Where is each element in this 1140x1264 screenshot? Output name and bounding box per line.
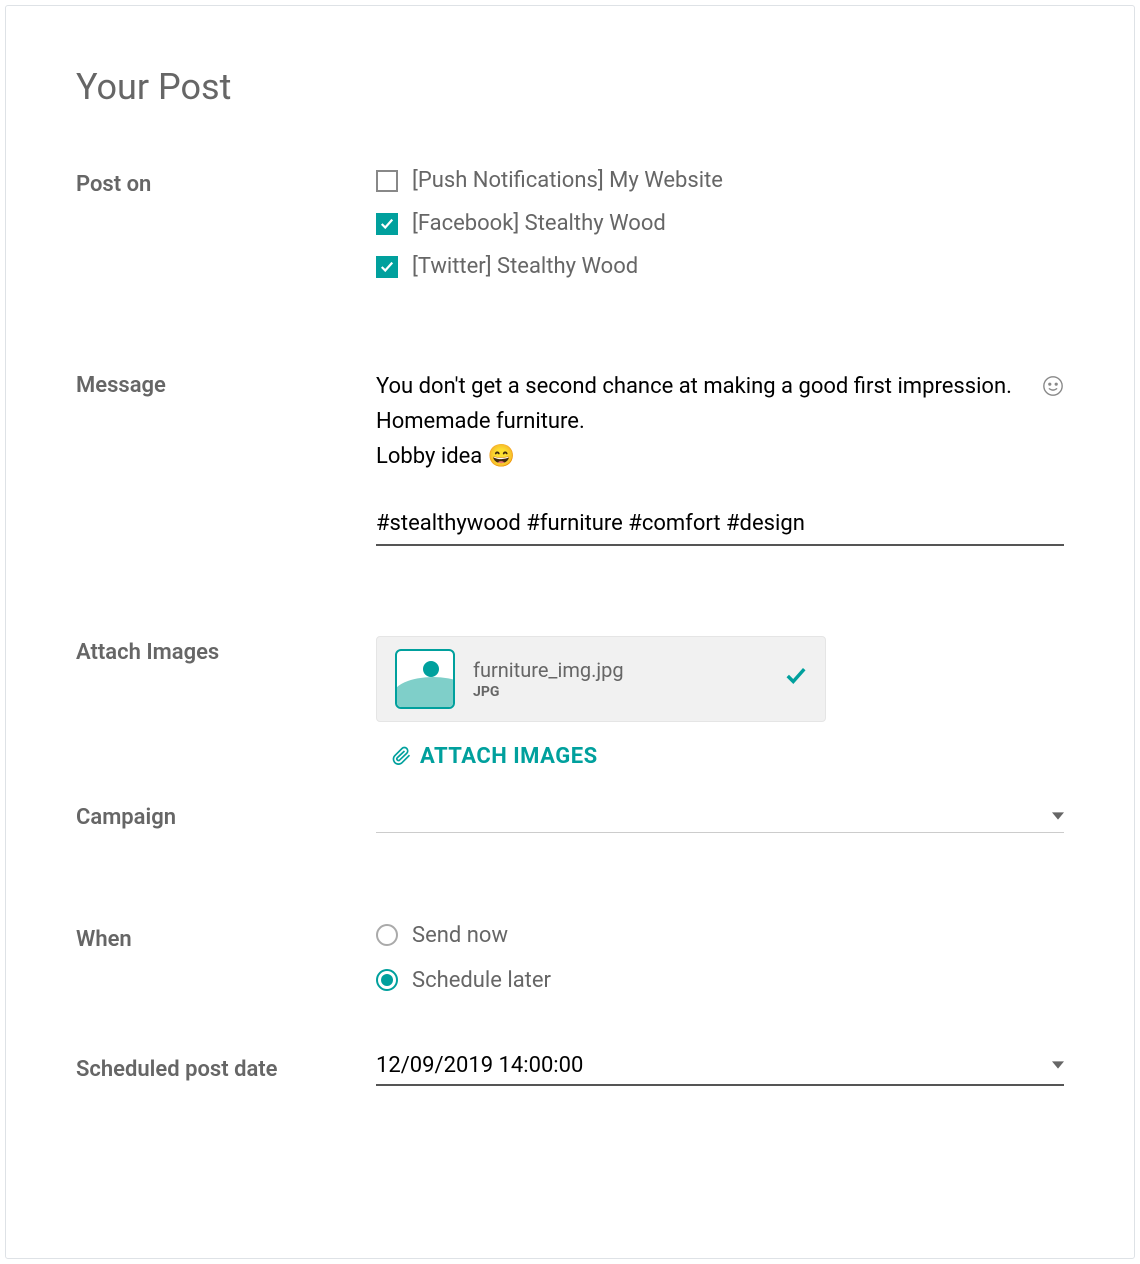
form-card: Your Post Post on [Push Notifications] M… bbox=[5, 5, 1135, 1259]
chevron-down-icon bbox=[1052, 810, 1064, 822]
campaign-select[interactable] bbox=[376, 801, 1064, 833]
attachment-filename: furniture_img.jpg bbox=[473, 658, 785, 682]
label-when: When bbox=[76, 923, 376, 952]
label-message: Message bbox=[76, 369, 376, 398]
attachments-area: furniture_img.jpg JPG Attach Images bbox=[376, 636, 1064, 769]
option-label: [Twitter] Stealthy Wood bbox=[412, 254, 638, 279]
date-value: 12/09/2019 14:00:00 bbox=[376, 1053, 583, 1078]
label-campaign: Campaign bbox=[76, 801, 376, 830]
checkbox-checked-icon[interactable] bbox=[376, 256, 398, 278]
chevron-down-icon bbox=[1052, 1059, 1064, 1071]
attachment-item[interactable]: furniture_img.jpg JPG bbox=[376, 636, 826, 722]
page-title: Your Post bbox=[76, 66, 1064, 108]
checkbox-checked-icon[interactable] bbox=[376, 213, 398, 235]
option-label: Send now bbox=[412, 923, 508, 948]
when-option-schedule-later[interactable]: Schedule later bbox=[376, 968, 1064, 993]
option-label: [Facebook] Stealthy Wood bbox=[412, 211, 666, 236]
when-option-send-now[interactable]: Send now bbox=[376, 923, 1064, 948]
date-dropdown[interactable]: 12/09/2019 14:00:00 bbox=[376, 1053, 1064, 1086]
label-post-on: Post on bbox=[76, 168, 376, 197]
label-attach-images: Attach Images bbox=[76, 636, 376, 665]
when-options: Send now Schedule later bbox=[376, 923, 1064, 993]
check-icon bbox=[785, 665, 807, 693]
option-label: Schedule later bbox=[412, 968, 551, 993]
option-label: [Push Notifications] My Website bbox=[412, 168, 723, 193]
message-text[interactable]: You don't get a second chance at making … bbox=[376, 369, 1064, 475]
attachment-info: furniture_img.jpg JPG bbox=[473, 658, 785, 700]
field-scheduled-date: Scheduled post date 12/09/2019 14:00:00 bbox=[76, 1053, 1064, 1086]
radio-icon[interactable] bbox=[376, 924, 398, 946]
message-line2: Lobby idea 😄 bbox=[376, 444, 515, 469]
attachment-filetype: JPG bbox=[473, 684, 785, 700]
campaign-dropdown[interactable] bbox=[376, 801, 1064, 833]
message-input-area[interactable]: You don't get a second chance at making … bbox=[376, 369, 1064, 546]
message-line1: You don't get a second chance at making … bbox=[376, 374, 1012, 434]
field-message: Message You don't get a second chance at… bbox=[76, 369, 1064, 546]
attach-button-label: Attach Images bbox=[420, 744, 598, 769]
post-on-options: [Push Notifications] My Website [Faceboo… bbox=[376, 168, 1064, 279]
post-on-option-push[interactable]: [Push Notifications] My Website bbox=[376, 168, 1064, 193]
post-on-option-twitter[interactable]: [Twitter] Stealthy Wood bbox=[376, 254, 1064, 279]
field-when: When Send now Schedule later bbox=[76, 923, 1064, 993]
checkbox-icon[interactable] bbox=[376, 170, 398, 192]
post-on-option-facebook[interactable]: [Facebook] Stealthy Wood bbox=[376, 211, 1064, 236]
radio-selected-icon[interactable] bbox=[376, 969, 398, 991]
attach-images-button[interactable]: Attach Images bbox=[392, 744, 1064, 769]
field-campaign: Campaign bbox=[76, 801, 1064, 833]
emoji-picker-icon[interactable] bbox=[1042, 375, 1064, 403]
message-hashtags[interactable]: #stealthywood #furniture #comfort #desig… bbox=[376, 511, 1064, 546]
field-attach-images: Attach Images furniture_img.jpg JPG bbox=[76, 636, 1064, 769]
field-post-on: Post on [Push Notifications] My Website … bbox=[76, 168, 1064, 279]
scheduled-date-input[interactable]: 12/09/2019 14:00:00 bbox=[376, 1053, 1064, 1086]
image-thumbnail-icon bbox=[395, 649, 455, 709]
paperclip-icon bbox=[392, 746, 412, 766]
label-scheduled-date: Scheduled post date bbox=[76, 1053, 376, 1082]
